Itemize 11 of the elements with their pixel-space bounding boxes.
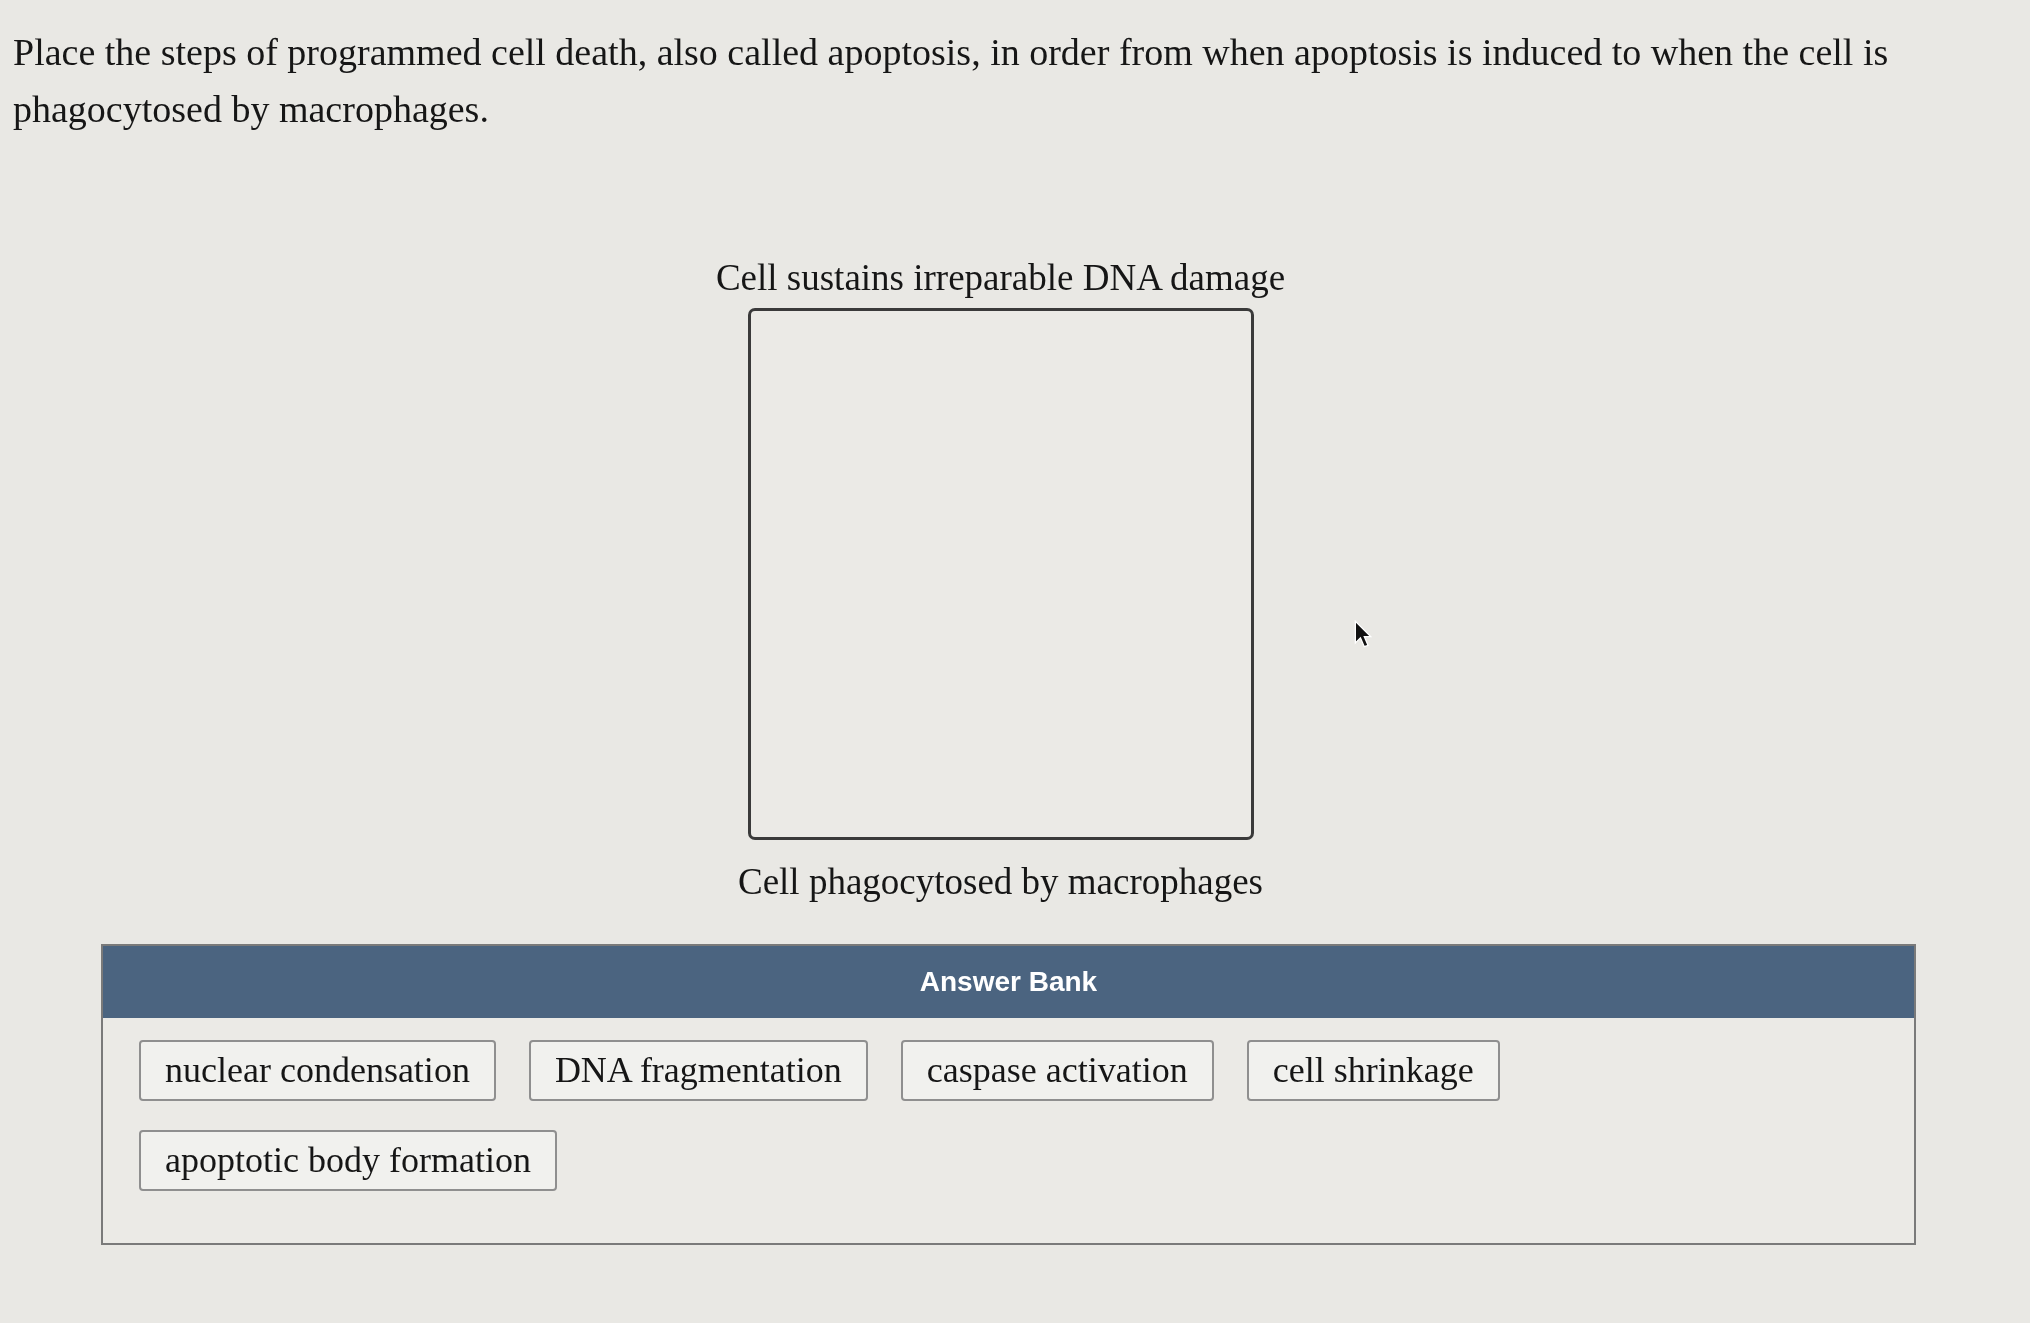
question-text: Place the steps of programmed cell death, also called apoptosis, in order from when apoptosis is induced to when the cell is phagocytosed by macrophages. bbox=[13, 30, 1890, 132]
mouse-pointer-icon bbox=[1354, 620, 1372, 648]
answer-tile[interactable]: cell shrinkage bbox=[1246, 1040, 1500, 1101]
answer-tile[interactable]: nuclear condensation bbox=[139, 1040, 496, 1101]
start-label: Cell sustains irreparable DNA damage bbox=[715, 256, 1286, 300]
answer-bank-header: Answer Bank bbox=[103, 946, 1914, 1018]
answer-tile[interactable]: apoptotic body formation bbox=[139, 1130, 557, 1191]
answer-tile[interactable]: DNA fragmentation bbox=[528, 1040, 868, 1101]
drop-zone[interactable] bbox=[747, 308, 1254, 840]
end-label: Cell phagocytosed by macrophages bbox=[737, 860, 1263, 904]
answer-tile[interactable]: caspase activation bbox=[900, 1040, 1214, 1101]
